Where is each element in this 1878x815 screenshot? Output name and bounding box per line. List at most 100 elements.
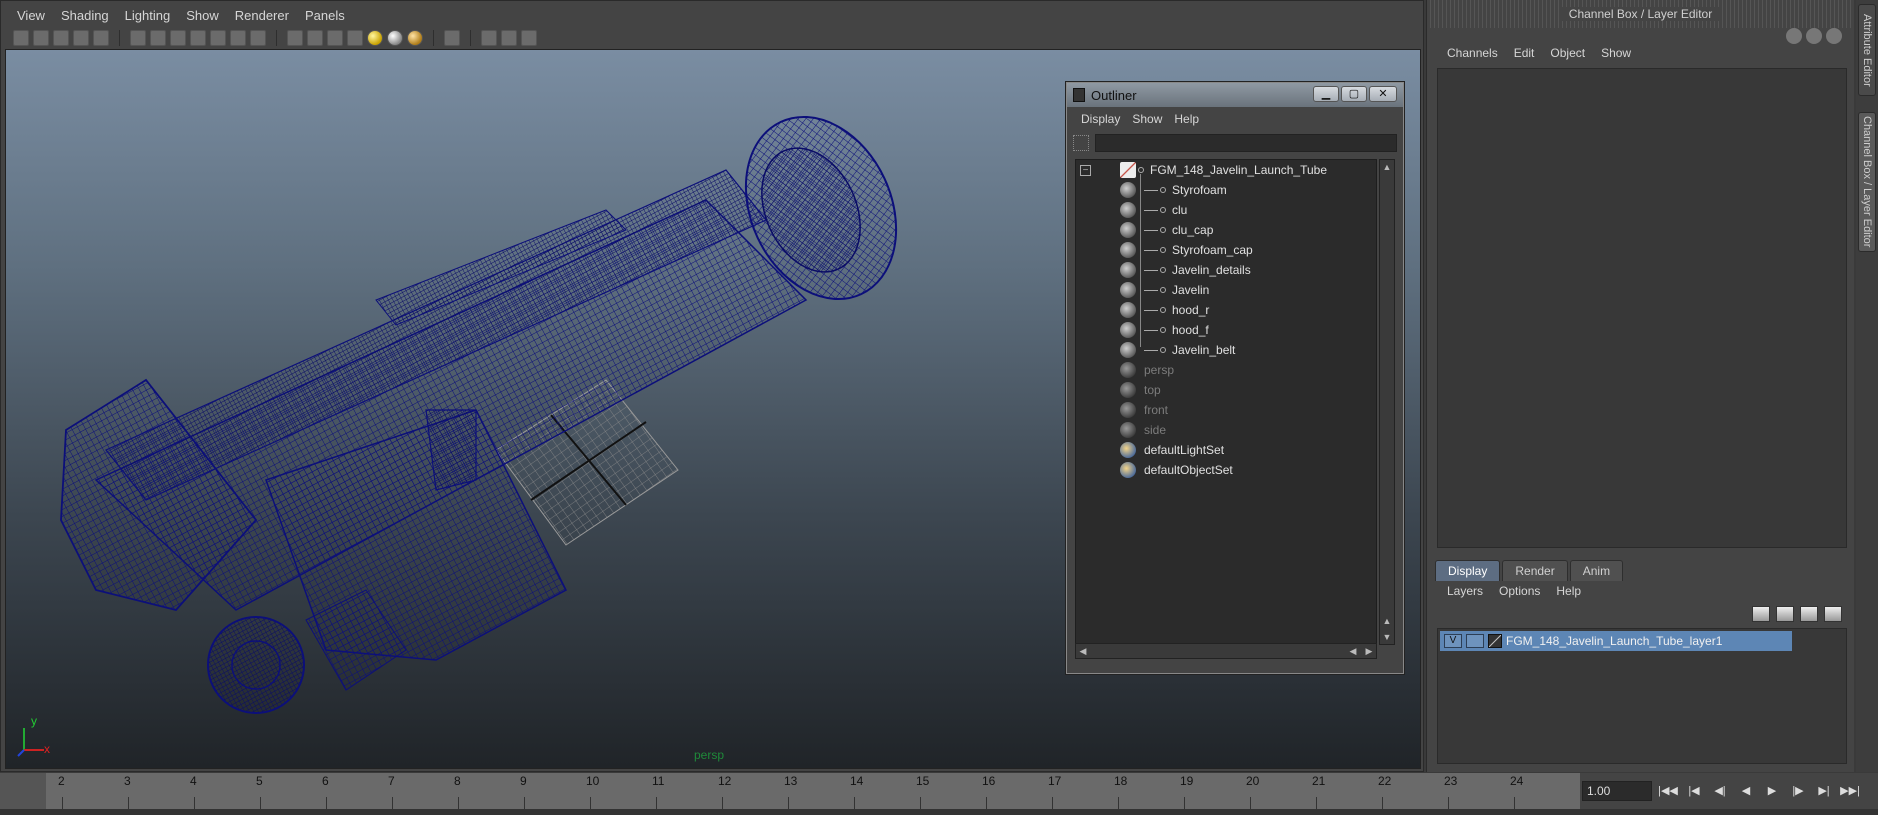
outliner-item[interactable]: Javelin_belt <box>1120 340 1235 360</box>
close-icon[interactable]: ✕ <box>1369 86 1397 102</box>
new-layer-from-selection-icon[interactable] <box>1824 606 1842 622</box>
wireframe-on-shaded-icon[interactable] <box>327 30 343 46</box>
image-plane-icon[interactable] <box>73 30 89 46</box>
menu-renderer[interactable]: Renderer <box>227 8 297 23</box>
outliner-item[interactable]: clu <box>1120 200 1187 220</box>
wireframe-icon[interactable] <box>287 30 303 46</box>
step-back-frame-icon[interactable]: ◀| <box>1710 783 1730 799</box>
step-forward-key-icon[interactable]: ▶| <box>1814 783 1834 799</box>
collapse-toggle-icon[interactable]: − <box>1080 165 1091 176</box>
outliner-filter-input[interactable] <box>1095 134 1397 152</box>
bookmark-icon[interactable] <box>53 30 69 46</box>
menu-options[interactable]: Options <box>1491 584 1548 598</box>
go-to-end-icon[interactable]: ▶▶| <box>1840 783 1860 799</box>
current-frame-field[interactable] <box>1582 781 1652 801</box>
film-gate-icon[interactable] <box>150 30 166 46</box>
time-slider[interactable]: 2 3 4 5 6 7 8 9 10 11 12 13 14 15 16 17 18 19 20 21 22 23 24 <box>0 773 1580 809</box>
high-quality-icon[interactable] <box>407 30 423 46</box>
hyperbolic-icon[interactable] <box>1826 28 1842 44</box>
scroll-up-icon[interactable]: ▲ <box>1380 160 1394 174</box>
xray-components-icon[interactable] <box>521 30 537 46</box>
two-d-pan-icon[interactable] <box>93 30 109 46</box>
outliner-item[interactable]: Javelin <box>1120 280 1209 300</box>
xray-icon[interactable] <box>481 30 497 46</box>
new-layer-icon[interactable] <box>1800 606 1818 622</box>
use-all-lights-icon[interactable] <box>367 30 383 46</box>
tab-anim[interactable]: Anim <box>1569 560 1624 581</box>
minimize-icon[interactable]: ▁ <box>1313 86 1339 102</box>
tab-attribute-editor[interactable]: Attribute Editor <box>1858 4 1876 96</box>
speed-icon[interactable] <box>1806 28 1822 44</box>
scroll-down-icon[interactable]: ▼ <box>1380 630 1394 644</box>
manipulator-icon[interactable] <box>1786 28 1802 44</box>
menu-channels[interactable]: Channels <box>1439 46 1506 60</box>
outliner-item-camera[interactable]: side <box>1120 420 1166 440</box>
grid-icon[interactable] <box>130 30 146 46</box>
shadows-icon[interactable] <box>387 30 403 46</box>
scroll-left-icon[interactable]: ◀ <box>1346 644 1360 658</box>
isolate-select-icon[interactable] <box>444 30 460 46</box>
textured-icon[interactable] <box>347 30 363 46</box>
resolution-gate-icon[interactable] <box>170 30 186 46</box>
layer-visibility-toggle[interactable]: V <box>1444 634 1462 648</box>
outliner-item[interactable]: Styrofoam <box>1120 180 1227 200</box>
menu-show[interactable]: Show <box>1593 46 1639 60</box>
play-forwards-icon[interactable]: ▶ <box>1762 783 1782 799</box>
gate-mask-icon[interactable] <box>190 30 206 46</box>
xray-joints-icon[interactable] <box>501 30 517 46</box>
maximize-icon[interactable]: ▢ <box>1341 86 1367 102</box>
menu-layers[interactable]: Layers <box>1439 584 1491 598</box>
channel-box-titlebar[interactable]: Channel Box / Layer Editor <box>1427 0 1854 28</box>
safe-title-icon[interactable] <box>250 30 266 46</box>
menu-show[interactable]: Show <box>178 8 227 23</box>
menu-panels[interactable]: Panels <box>297 8 353 23</box>
outliner-menu-display[interactable]: Display <box>1075 112 1126 126</box>
outliner-tree[interactable]: − FGM_148_Javelin_Launch_Tube Styrofoam … <box>1075 159 1377 645</box>
move-layer-down-icon[interactable] <box>1776 606 1794 622</box>
layer-display-type-toggle[interactable] <box>1466 634 1484 648</box>
outliner-item[interactable]: Javelin_details <box>1120 260 1251 280</box>
outliner-menu-show[interactable]: Show <box>1126 112 1168 126</box>
layer-row[interactable]: V FGM_148_Javelin_Launch_Tube_layer1 <box>1440 631 1792 651</box>
outliner-item-set[interactable]: defaultObjectSet <box>1120 460 1233 480</box>
step-forward-frame-icon[interactable]: |▶ <box>1788 783 1808 799</box>
scroll-right-icon[interactable]: ▶ <box>1362 644 1376 658</box>
field-chart-icon[interactable] <box>210 30 226 46</box>
camera-attributes-icon[interactable] <box>33 30 49 46</box>
scroll-up-icon[interactable]: ▲ <box>1380 614 1394 628</box>
layer-color-swatch[interactable] <box>1488 634 1502 648</box>
outliner-item-group[interactable]: FGM_148_Javelin_Launch_Tube <box>1120 160 1327 180</box>
outliner-item-set[interactable]: defaultLightSet <box>1120 440 1224 460</box>
menu-help[interactable]: Help <box>1548 584 1589 598</box>
scroll-left-icon[interactable]: ◀ <box>1076 644 1090 658</box>
outliner-item[interactable]: clu_cap <box>1120 220 1213 240</box>
time-ruler[interactable]: 2 3 4 5 6 7 8 9 10 11 12 13 14 15 16 17 18 19 20 21 22 23 24 <box>46 773 1580 809</box>
outliner-titlebar[interactable]: Outliner ▁ ▢ ✕ <box>1067 83 1403 107</box>
outliner-item[interactable]: hood_r <box>1120 300 1209 320</box>
filter-icon[interactable] <box>1073 135 1089 151</box>
outliner-item-camera[interactable]: front <box>1120 400 1168 420</box>
layer-list[interactable]: V FGM_148_Javelin_Launch_Tube_layer1 <box>1437 628 1847 764</box>
step-back-key-icon[interactable]: |◀ <box>1684 783 1704 799</box>
channel-box-area[interactable] <box>1437 68 1847 548</box>
menu-shading[interactable]: Shading <box>53 8 117 23</box>
outliner-item[interactable]: Styrofoam_cap <box>1120 240 1253 260</box>
outliner-menu-help[interactable]: Help <box>1168 112 1205 126</box>
smooth-shade-icon[interactable] <box>307 30 323 46</box>
outliner-item-camera[interactable]: top <box>1120 380 1161 400</box>
outliner-item-camera[interactable]: persp <box>1120 360 1174 380</box>
tab-render[interactable]: Render <box>1502 560 1568 581</box>
go-to-start-icon[interactable]: |◀◀ <box>1658 783 1678 799</box>
outliner-vertical-scrollbar[interactable]: ▲ ▲ ▼ <box>1379 159 1395 645</box>
safe-action-icon[interactable] <box>230 30 246 46</box>
outliner-item[interactable]: hood_f <box>1120 320 1209 340</box>
select-camera-icon[interactable] <box>13 30 29 46</box>
menu-object[interactable]: Object <box>1542 46 1593 60</box>
range-slider-strip[interactable] <box>0 809 1878 815</box>
menu-view[interactable]: View <box>9 8 53 23</box>
menu-edit[interactable]: Edit <box>1506 46 1543 60</box>
tab-channel-box-layer-editor[interactable]: Channel Box / Layer Editor <box>1858 112 1876 252</box>
menu-lighting[interactable]: Lighting <box>117 8 179 23</box>
play-backwards-icon[interactable]: ◀ <box>1736 783 1756 799</box>
outliner-horizontal-scrollbar[interactable]: ◀ ◀ ▶ <box>1075 643 1377 659</box>
